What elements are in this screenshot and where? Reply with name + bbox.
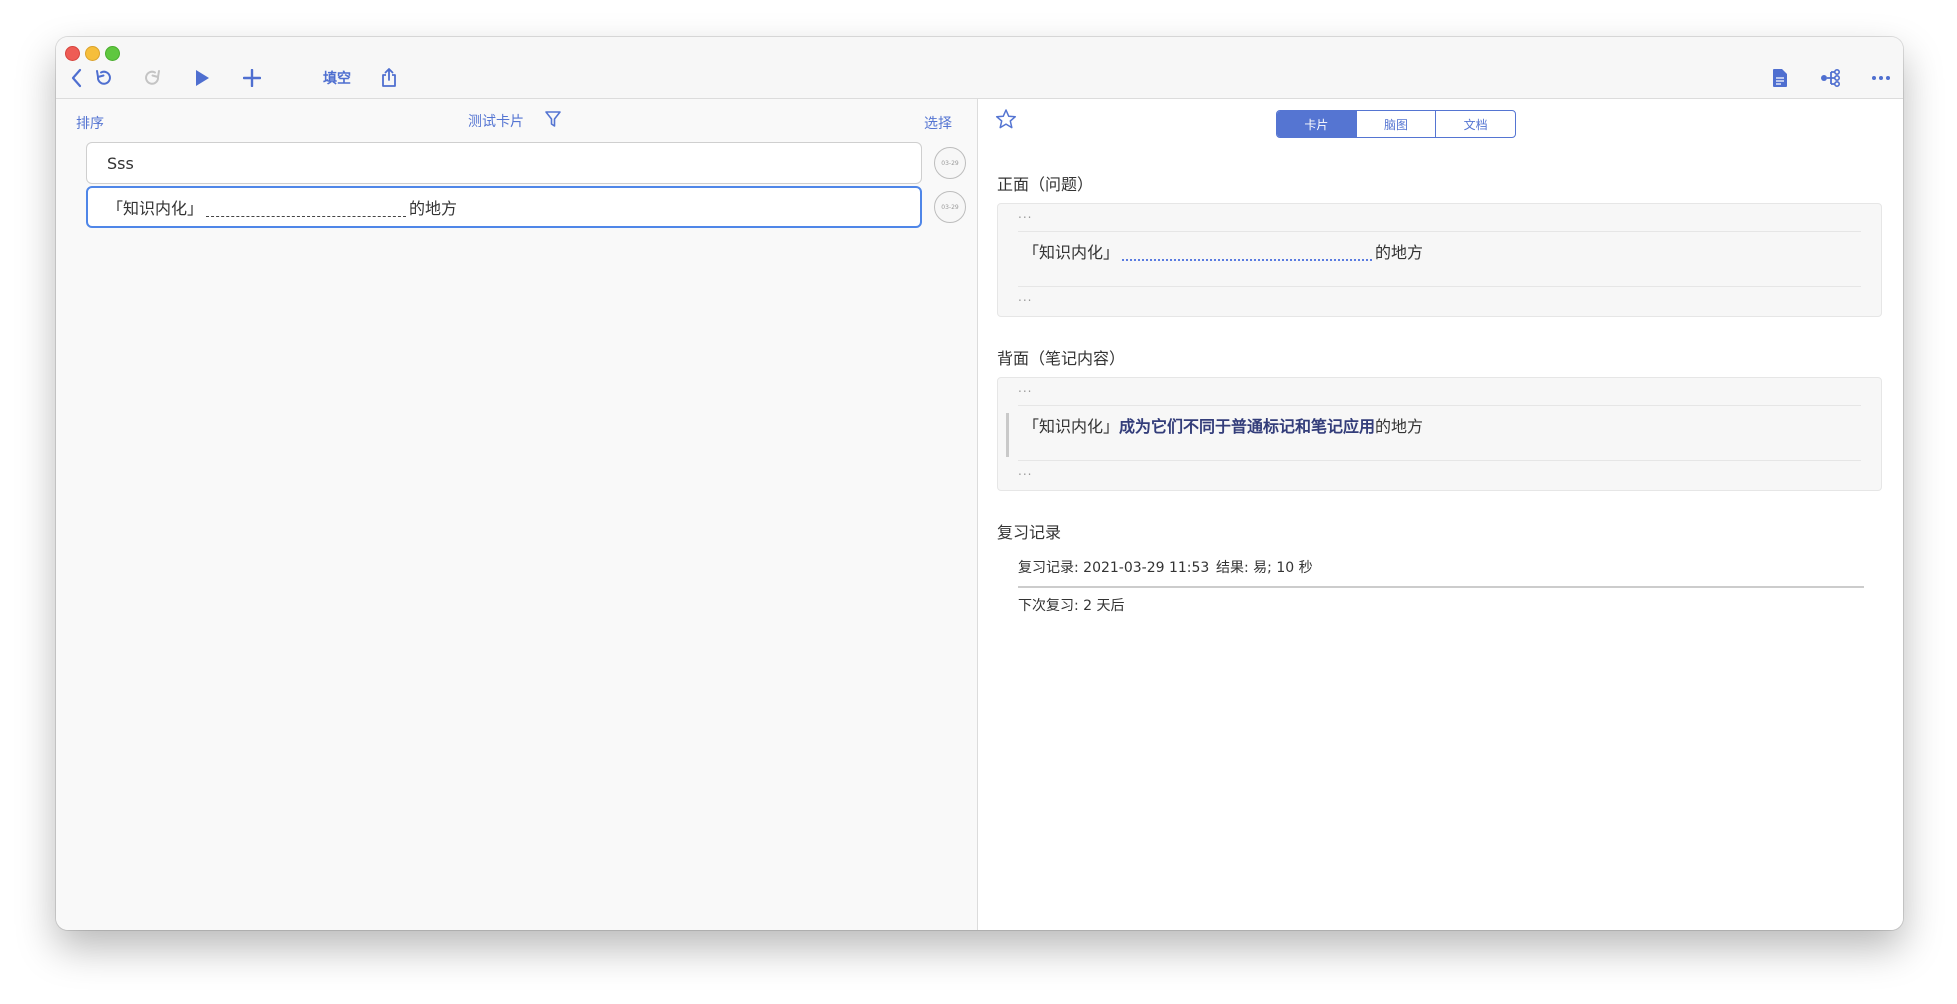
document-icon <box>1772 68 1788 88</box>
card-list-item[interactable]: Sss <box>86 142 922 184</box>
review-result: 结果: 易; 10 秒 <box>1216 560 1313 576</box>
ellipsis-top: ... <box>1018 381 1033 395</box>
front-content-box: ... 「知识内化」 的地方 ... <box>997 203 1882 317</box>
view-segmented-control: 卡片 脑图 文档 <box>1276 110 1516 138</box>
fill-blank-button[interactable]: 填空 <box>320 65 354 91</box>
plus-icon <box>243 69 261 87</box>
ellipsis-bottom: ... <box>1018 464 1033 478</box>
front-section-title: 正面（问题） <box>997 175 1094 194</box>
card-text: Sss <box>107 153 134 173</box>
card-list-item-selected[interactable]: 「知识内化」 的地方 <box>86 186 922 228</box>
card-suffix: 的地方 <box>409 199 458 218</box>
back-section-title: 背面（笔记内容） <box>997 349 1126 368</box>
divider <box>1018 286 1861 287</box>
card-list-pane: 排序 测试卡片 选择 Sss 03-29 「知识内化」 的地方 03-29 <box>56 99 978 930</box>
back-suffix: 的地方 <box>1375 417 1424 436</box>
undo-button[interactable] <box>88 65 118 91</box>
cloze-blank <box>206 198 407 217</box>
card-date-badge: 03-29 <box>934 191 966 223</box>
divider <box>1018 405 1861 406</box>
back-button[interactable] <box>61 65 91 91</box>
zoom-window-button[interactable] <box>105 46 120 61</box>
review-section-title: 复习记录 <box>997 523 1062 542</box>
share-icon <box>381 68 397 88</box>
tab-document[interactable]: 文档 <box>1435 111 1515 137</box>
ellipsis-top: ... <box>1018 207 1033 221</box>
filter-icon[interactable] <box>544 110 562 132</box>
sort-button[interactable]: 排序 <box>76 113 104 133</box>
review-divider <box>1018 586 1864 588</box>
star-icon[interactable] <box>995 108 1017 134</box>
undo-icon <box>94 69 112 87</box>
quote-bar <box>1006 413 1009 457</box>
next-review: 下次复习: 2 天后 <box>1018 598 1125 614</box>
app-window: 填空 排序 测试卡片 选择 Sss 03-29 「知识内化」 的地方 03-29… <box>56 37 1903 930</box>
tab-mindmap[interactable]: 脑图 <box>1355 111 1436 137</box>
back-highlight: 成为它们不同于普通标记和笔记应用 <box>1119 417 1376 436</box>
redo-button[interactable] <box>138 65 168 91</box>
ellipsis-bottom: ... <box>1018 290 1033 304</box>
back-text: 「知识内化」 成为它们不同于普通标记和笔记应用 的地方 <box>1023 413 1423 437</box>
more-button[interactable] <box>1866 65 1896 91</box>
back-content-box: ... 「知识内化」 成为它们不同于普通标记和笔记应用 的地方 ... <box>997 377 1882 491</box>
titlebar: 填空 <box>56 37 1903 99</box>
mindmap-icon <box>1820 68 1842 88</box>
document-button[interactable] <box>1765 65 1795 91</box>
more-icon <box>1871 75 1891 81</box>
front-text: 「知识内化」 的地方 <box>1023 239 1423 263</box>
add-button[interactable] <box>237 65 267 91</box>
tab-card[interactable]: 卡片 <box>1277 111 1356 137</box>
divider <box>1018 460 1861 461</box>
list-title[interactable]: 测试卡片 <box>468 111 524 131</box>
play-button[interactable] <box>187 65 217 91</box>
chevron-left-icon <box>70 68 82 88</box>
back-prefix: 「知识内化」 <box>1023 417 1120 436</box>
cloze-blank <box>1122 241 1373 261</box>
divider <box>1018 231 1861 232</box>
card-detail-pane: 卡片 脑图 文档 编辑 正面（问题） ... 「知识内化」 的地方 ... 背面… <box>978 99 1903 930</box>
card-prefix: 「知识内化」 <box>107 199 204 218</box>
mindmap-button[interactable] <box>1816 65 1846 91</box>
select-button[interactable]: 选择 <box>924 113 952 133</box>
close-window-button[interactable] <box>65 46 80 61</box>
front-suffix: 的地方 <box>1375 243 1424 262</box>
share-button[interactable] <box>374 65 404 91</box>
front-prefix: 「知识内化」 <box>1023 243 1120 262</box>
review-record: 复习记录: 2021-03-29 11:53 <box>1018 560 1210 576</box>
redo-icon <box>144 69 162 87</box>
fill-blank-label: 填空 <box>323 71 351 87</box>
play-icon <box>194 69 210 87</box>
minimize-window-button[interactable] <box>85 46 100 61</box>
card-date-badge: 03-29 <box>934 147 966 179</box>
